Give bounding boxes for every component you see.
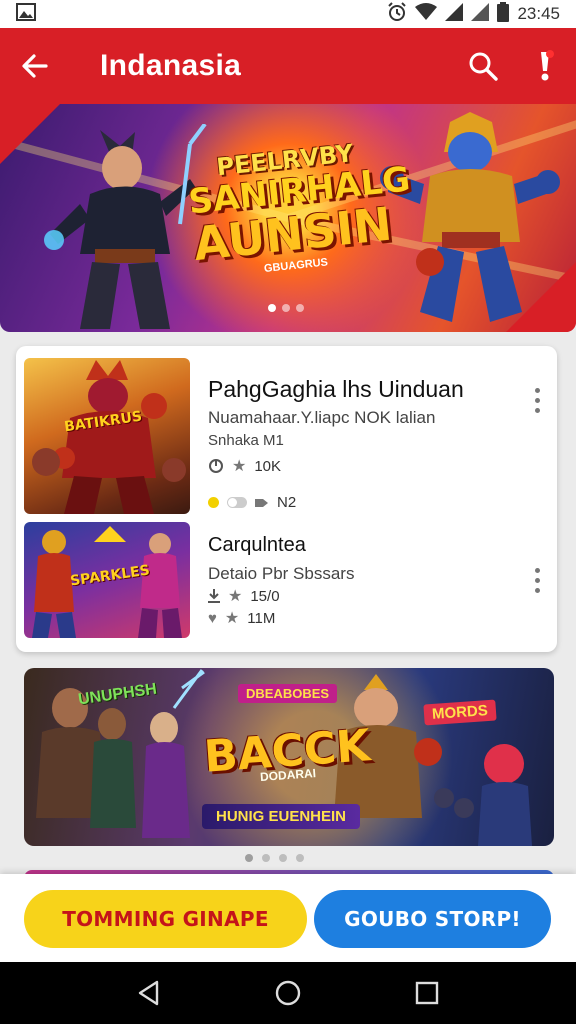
more-dot xyxy=(534,398,540,403)
status-bar: 23:45 xyxy=(0,0,576,28)
item-meta-value: 11M xyxy=(247,609,276,627)
thumbnail-art xyxy=(32,360,186,514)
more-dot xyxy=(534,408,540,413)
game-thumbnail[interactable]: SPARKLES xyxy=(24,522,190,638)
recents-square-icon xyxy=(415,981,438,1005)
nav-recents-button[interactable] xyxy=(403,969,451,1017)
alarm-icon xyxy=(387,1,407,27)
list-item[interactable]: BATIKRUS PahgGaghia lhs Uinduan Nuamahaa… xyxy=(16,356,557,516)
search-icon xyxy=(469,52,498,81)
star-icon: ★ xyxy=(228,588,243,605)
item-meta: N2 xyxy=(208,494,296,511)
item-meta: ★ 10K xyxy=(208,456,281,476)
item-rating-count: 15/0 xyxy=(250,587,280,605)
gallery-icon xyxy=(16,2,36,26)
hero-banner[interactable]: PEELRVBY SANIRHALG AUNSIN GBUAGRUS xyxy=(0,104,576,332)
home-circle-icon xyxy=(275,980,301,1006)
back-button[interactable] xyxy=(0,28,70,104)
more-options-button[interactable] xyxy=(529,568,545,593)
item-title: Carqulntea xyxy=(208,534,306,556)
hero-character-right xyxy=(380,112,560,322)
signal-icon xyxy=(471,2,490,26)
pager-dot[interactable] xyxy=(296,304,304,312)
game-list-card: BATIKRUS PahgGaghia lhs Uinduan Nuamahaa… xyxy=(16,346,557,652)
item-rating-count: 10K xyxy=(254,457,282,475)
clock-icon xyxy=(209,459,223,473)
pager-dot[interactable] xyxy=(245,854,253,862)
secondary-action-button[interactable]: GOUBO STORP! xyxy=(314,890,551,948)
star-icon: ★ xyxy=(224,610,240,627)
pager-dot[interactable] xyxy=(282,304,290,312)
more-dot xyxy=(534,578,540,583)
search-button[interactable] xyxy=(452,28,514,104)
alert-button[interactable] xyxy=(514,28,576,104)
item-meta-value: N2 xyxy=(277,494,297,511)
item-meta: ★ 15/0 xyxy=(208,586,280,606)
toggle-icon[interactable] xyxy=(227,497,247,508)
battery-icon xyxy=(497,1,510,27)
item-subtitle: Snhaka M1 xyxy=(208,432,284,449)
star-icon: ★ xyxy=(232,458,247,475)
more-options-button[interactable] xyxy=(529,388,545,413)
page-title: Indanasia xyxy=(100,49,242,82)
item-subtitle: Detaio Pbr Sbssars xyxy=(208,564,355,583)
pager-dot[interactable] xyxy=(279,854,287,862)
back-triangle-icon xyxy=(139,980,159,1006)
more-dot xyxy=(534,568,540,573)
hero-pager xyxy=(268,304,304,312)
alert-icon xyxy=(541,50,554,81)
status-time: 23:45 xyxy=(517,4,560,23)
bottom-action-bar: TOMMING GINAPE GOUBO STORP! xyxy=(0,874,576,962)
app-bar: Indanasia xyxy=(0,28,576,104)
nav-home-button[interactable] xyxy=(264,969,312,1017)
item-subtitle: Nuamahaar.Y.liapc NOK lalian xyxy=(208,408,436,427)
item-meta: ♥ ★ 11M xyxy=(208,608,275,628)
hero-character-left xyxy=(44,124,207,329)
item-title: PahgGaghia lhs Uinduan xyxy=(208,376,464,402)
list-item[interactable]: SPARKLES Carqulntea Detaio Pbr Sbssars ★… xyxy=(16,520,557,640)
heart-icon: ♥ xyxy=(208,609,217,627)
pager-dot[interactable] xyxy=(262,854,270,862)
more-dot xyxy=(534,588,540,593)
download-icon xyxy=(208,589,220,603)
game-thumbnail[interactable]: BATIKRUS xyxy=(24,358,190,514)
promo-banner[interactable]: UNUPHSH DBEABOBES MORDS BACCK DODARAI HU… xyxy=(24,668,554,846)
system-nav-bar xyxy=(0,962,576,1024)
hero-title: PEELRVBY SANIRHALG AUNSIN GBUAGRUS xyxy=(184,136,412,282)
tag-icon xyxy=(255,498,268,507)
promo-strip: HUNIG EUENHEIN xyxy=(202,804,361,829)
pager-dot[interactable] xyxy=(296,854,304,862)
signal-icon xyxy=(445,2,464,26)
more-dot xyxy=(534,388,540,393)
status-dot-icon xyxy=(208,497,219,508)
back-arrow-icon xyxy=(22,54,48,78)
primary-action-button[interactable]: TOMMING GINAPE xyxy=(24,890,307,948)
pager-dot[interactable] xyxy=(268,304,276,312)
wifi-icon xyxy=(415,2,438,26)
promo-pager xyxy=(245,854,304,862)
nav-back-button[interactable] xyxy=(125,969,173,1017)
promo-tag: DBEABOBES xyxy=(238,684,338,703)
